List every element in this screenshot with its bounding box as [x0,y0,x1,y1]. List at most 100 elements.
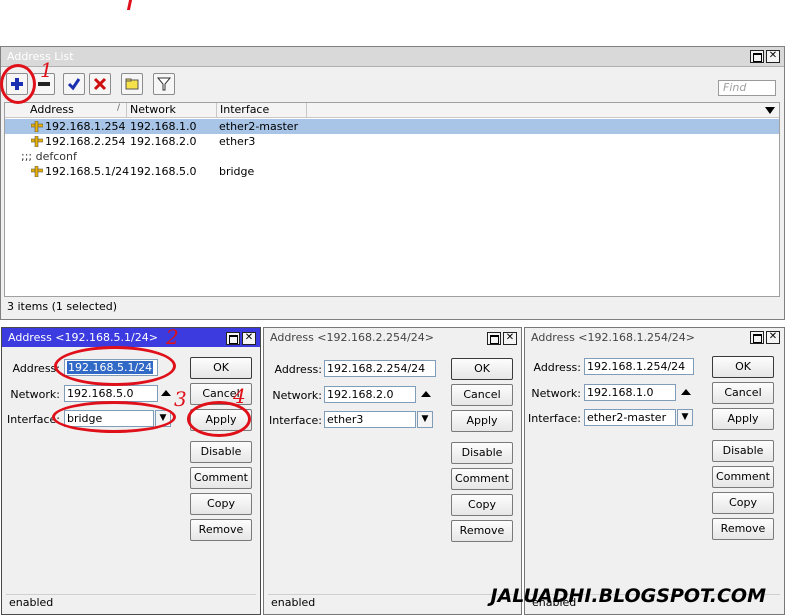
cell-address: 192.168.5.1/24 [45,165,130,178]
interface-dropdown-icon[interactable]: ▼ [417,411,433,428]
copy-button[interactable]: Copy [190,493,252,515]
cancel-button[interactable]: Cancel [712,382,774,404]
address-window-titlebar[interactable]: Address <192.168.1.254/24> ✕ [525,328,784,347]
status-bar: enabled [6,594,256,610]
address-list-titlebar[interactable]: Address List ✕ [1,47,784,67]
filter-icon [157,77,171,91]
comment-button[interactable]: Comment [190,467,252,489]
copy-button[interactable]: Copy [712,492,774,514]
table-row[interactable]: 192.168.5.1/24 192.168.5.0 bridge [5,164,779,179]
close-icon[interactable]: ✕ [503,332,517,345]
maximize-icon[interactable] [750,50,764,63]
table-row[interactable]: 192.168.2.254 192.168.2.0 ether3 [5,134,779,149]
close-icon[interactable]: ✕ [766,331,780,344]
cell-address: 192.168.1.254 [45,120,126,133]
watermark: JALUADHI.BLOGSPOT.COM [490,585,766,607]
filter-button[interactable] [153,73,175,95]
column-header-interface[interactable]: Interface [217,103,307,118]
annotation-number-2: 2 [166,325,179,349]
annotation-number-4: 4 [233,384,246,408]
close-icon[interactable]: ✕ [766,50,780,63]
comment-button[interactable]: Comment [451,468,513,490]
maximize-icon[interactable] [226,332,240,345]
remove-button[interactable]: Remove [190,519,252,541]
network-toggle-icon[interactable] [161,390,171,396]
comment-button[interactable] [121,73,143,95]
window-title: Address <192.168.1.254/24> [531,331,695,344]
column-header-network[interactable]: Network [127,103,217,118]
annotation-number-1: 1 [40,58,53,82]
interface-select[interactable]: ether3 [324,411,416,428]
table-header: Address / Network Interface [5,103,779,118]
remove-button[interactable]: Remove [712,518,774,540]
address-icon [31,166,43,177]
disable-button[interactable]: Disable [190,441,252,463]
cell-interface: bridge [219,165,255,178]
cell-network: 192.168.2.0 [130,135,197,148]
column-menu-arrow-icon[interactable] [765,107,775,114]
address-field[interactable]: 192.168.2.254/24 [324,360,436,377]
address-window-titlebar[interactable]: Address <192.168.2.254/24> ✕ [264,328,521,347]
status-bar: 3 items (1 selected) [7,300,118,313]
table-row[interactable]: 192.168.1.254 192.168.1.0 ether2-master [5,119,779,134]
address-window-titlebar[interactable]: Address <192.168.5.1/24> ✕ [2,328,260,347]
address-window-192-168-2-254: Address <192.168.2.254/24> ✕ Address: 19… [263,327,522,615]
annotation-number-3: 3 [174,387,187,411]
address-list-window: Address List ✕ Find Address / Network In… [0,46,785,320]
network-toggle-icon[interactable] [681,389,691,395]
status-bar: enabled [268,594,517,610]
disable-button[interactable]: Disable [712,440,774,462]
remove-button[interactable]: Remove [451,520,513,542]
network-label: Network: [531,387,581,400]
interface-label: Interface: [269,414,322,427]
ok-button[interactable]: OK [712,356,774,378]
comment-button[interactable]: Comment [712,466,774,488]
network-field[interactable]: 192.168.1.0 [584,384,676,401]
network-toggle-icon[interactable] [421,391,431,397]
address-label: Address: [533,361,581,374]
sort-indicator-icon: / [117,103,121,113]
ok-button[interactable]: OK [451,358,513,380]
network-label: Network: [10,388,60,401]
row-comment: ;;; defconf [21,150,77,163]
annotation-ring-address [54,346,176,386]
cell-interface: ether2-master [219,120,299,133]
cancel-button[interactable]: Cancel [451,384,513,406]
disable-icon [93,77,107,91]
ok-button[interactable]: OK [190,357,252,379]
copy-button[interactable]: Copy [451,494,513,516]
toolbar [1,71,784,97]
cell-network: 192.168.5.0 [130,165,197,178]
table-comment-row[interactable]: ;;; defconf [5,149,779,164]
find-input[interactable]: Find [718,80,776,96]
disable-button[interactable] [89,73,111,95]
apply-button[interactable]: Apply [712,408,774,430]
annotation-ring-interface [52,401,176,433]
address-label: Address: [12,362,60,375]
annotation-stray-mark [126,0,133,10]
network-label: Network: [272,389,322,402]
address-label: Address: [274,363,322,376]
comment-icon [125,78,139,90]
disable-button[interactable]: Disable [451,442,513,464]
interface-dropdown-icon[interactable]: ▼ [677,409,693,426]
maximize-icon[interactable] [750,331,764,344]
annotation-ring-add [0,64,36,104]
interface-label: Interface: [528,412,581,425]
interface-select[interactable]: ether2-master [584,409,676,426]
maximize-icon[interactable] [487,332,501,345]
enable-button[interactable] [63,73,85,95]
address-table: Address / Network Interface 192.168.1.25… [4,102,780,297]
column-header-address[interactable]: Address [27,103,127,118]
network-field[interactable]: 192.168.5.0 [64,385,158,402]
address-field[interactable]: 192.168.1.254/24 [584,358,694,375]
enable-icon [67,78,81,91]
close-icon[interactable]: ✕ [242,332,256,345]
address-icon [31,136,43,147]
window-title: Address <192.168.5.1/24> [8,331,158,344]
apply-button[interactable]: Apply [451,410,513,432]
address-window-192-168-1-254: Address <192.168.1.254/24> ✕ Address: 19… [524,327,785,615]
address-icon [31,121,43,132]
window-title: Address <192.168.2.254/24> [270,331,434,344]
network-field[interactable]: 192.168.2.0 [324,386,416,403]
